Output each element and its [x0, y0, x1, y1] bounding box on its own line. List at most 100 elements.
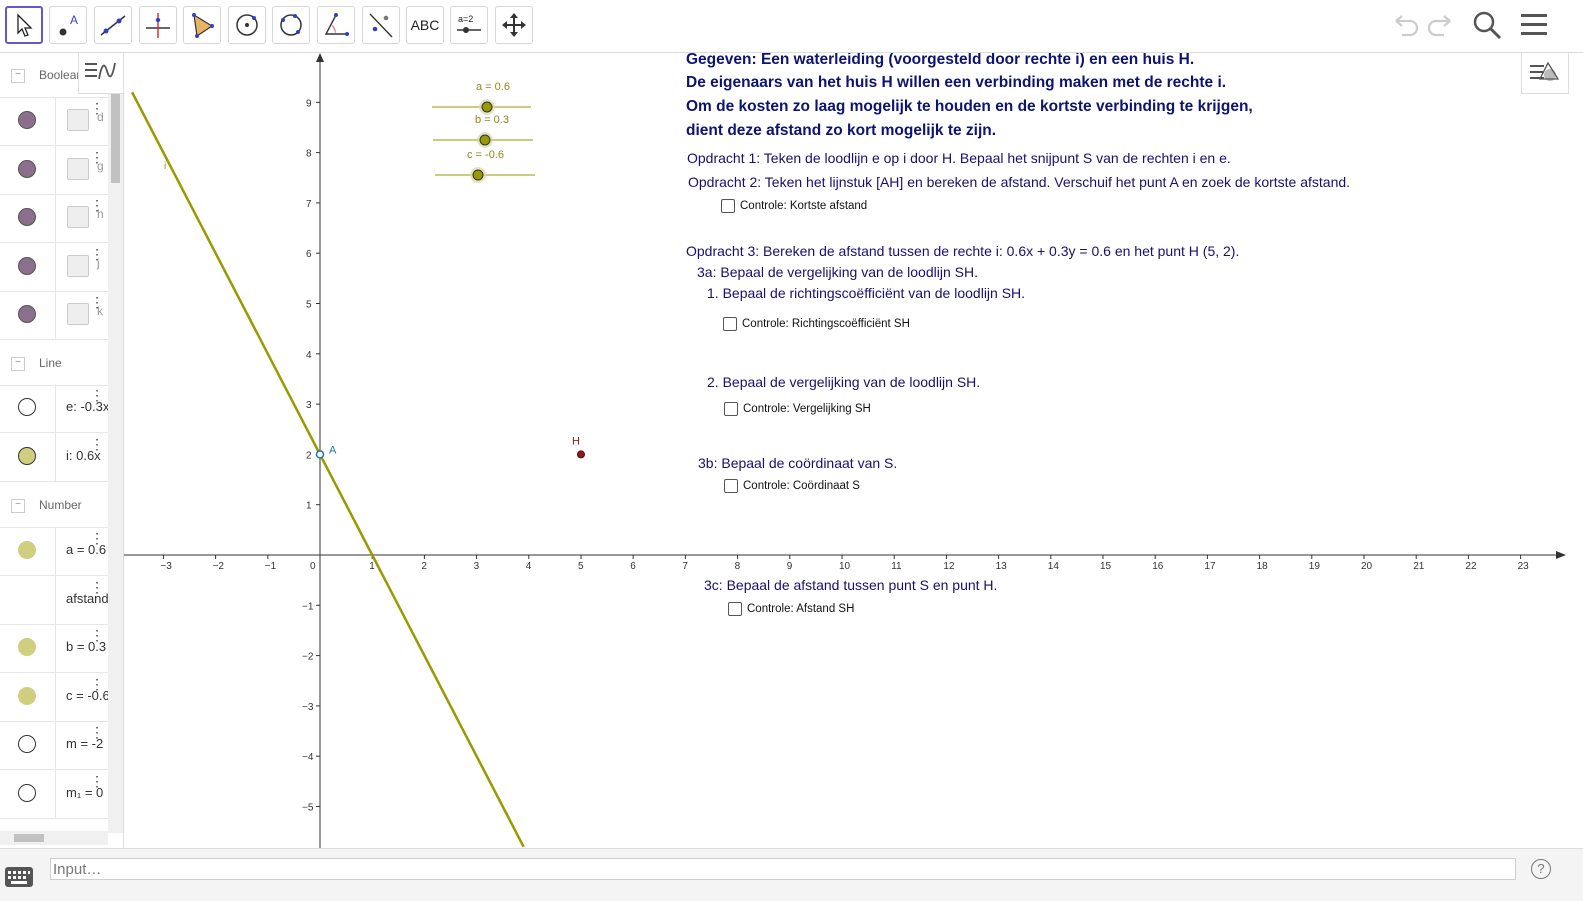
algebra-item-number[interactable]: a = 0.6 ⋮: [0, 527, 108, 576]
scrollbar-thumb[interactable]: [111, 93, 120, 183]
x-tick-label: 2: [421, 561, 427, 572]
algebra-item-number[interactable]: m = -2 ⋮: [0, 721, 108, 770]
boolean-checkbox[interactable]: [67, 206, 89, 228]
undo-icon[interactable]: [1388, 8, 1422, 42]
visibility-toggle-icon[interactable]: [18, 159, 36, 178]
move-graphics-tool-button[interactable]: [495, 6, 533, 44]
more-options-icon[interactable]: ⋮: [90, 677, 104, 691]
more-options-icon[interactable]: ⋮: [90, 101, 104, 115]
checkbox[interactable]: [723, 317, 737, 331]
more-options-icon[interactable]: ⋮: [90, 580, 104, 594]
slider-tool-button[interactable]: a=2: [450, 6, 488, 44]
visibility-toggle-icon[interactable]: [18, 256, 36, 275]
more-options-icon[interactable]: ⋮: [90, 388, 104, 402]
algebra-item-boolean[interactable]: h ⋮: [0, 194, 108, 243]
move-tool-button[interactable]: [5, 6, 43, 44]
coordinate-plane[interactable]: −3 −2 −1 0 1 2 3 4 5 6 7 8 9 10 11 12 13 14 15 16 17 18 19 20 21…: [124, 53, 1583, 848]
y-tick-label: 5: [306, 300, 312, 311]
visibility-toggle-icon[interactable]: [18, 541, 36, 559]
text-tool-button[interactable]: ABC: [406, 6, 444, 44]
more-options-icon[interactable]: ⋮: [90, 531, 104, 545]
search-icon[interactable]: [1470, 8, 1504, 42]
checkbox[interactable]: [728, 602, 742, 616]
check-distance-sh[interactable]: Controle: Afstand SH: [728, 602, 854, 616]
check-slope-sh[interactable]: Controle: Richtingscoëfficiënt SH: [723, 317, 910, 331]
checkbox[interactable]: [721, 199, 735, 213]
algebra-group-line[interactable]: − Line: [0, 341, 108, 386]
x-tick-label: 1: [369, 561, 375, 572]
y-tick-label: 9: [306, 98, 312, 109]
more-options-icon[interactable]: ⋮: [90, 247, 104, 261]
checkbox-label: Controle: Vergelijking SH: [743, 403, 871, 415]
algebra-item-line[interactable]: i: 0.6x ⋮: [0, 432, 108, 482]
algebra-item-line[interactable]: e: -0.3x ⋮: [0, 384, 109, 433]
perpendicular-line-tool-button[interactable]: [139, 6, 177, 44]
divider: [55, 721, 56, 769]
more-options-icon[interactable]: ⋮: [90, 774, 104, 788]
algebra-scrollbar[interactable]: [108, 93, 123, 833]
scrollbar-thumb[interactable]: [14, 834, 44, 842]
visibility-toggle-icon[interactable]: [18, 446, 36, 465]
algebra-item-number[interactable]: m₁ = 0 ⋮: [0, 769, 108, 819]
visibility-toggle-icon[interactable]: [18, 735, 36, 753]
visibility-toggle-icon[interactable]: [18, 208, 36, 226]
angle-tool-button[interactable]: [317, 6, 355, 44]
polygon-tool-button[interactable]: [183, 6, 221, 44]
visibility-toggle-icon[interactable]: [18, 686, 36, 705]
algebra-group-number[interactable]: − Number: [0, 483, 108, 528]
more-options-icon[interactable]: ⋮: [90, 628, 104, 642]
algebra-stylebar-button[interactable]: [78, 53, 124, 94]
more-options-icon[interactable]: ⋮: [90, 198, 104, 212]
reflect-tool-button[interactable]: [362, 6, 400, 44]
boolean-checkbox[interactable]: [67, 157, 89, 180]
y-tick-label: −3: [302, 702, 314, 713]
graphics-view[interactable]: −3 −2 −1 0 1 2 3 4 5 6 7 8 9 10 11 12 13 14 15 16 17 18 19 20 21…: [124, 53, 1583, 848]
visibility-toggle-icon[interactable]: [18, 305, 36, 323]
x-tick-label: 5: [578, 561, 584, 572]
line-tool-button[interactable]: [94, 6, 132, 44]
help-icon[interactable]: ?: [1531, 859, 1551, 879]
graphics-stylebar-button[interactable]: [1521, 53, 1569, 94]
task-2: Opdracht 2: Teken het lijnstuk [AH] en b…: [688, 174, 1351, 190]
point-tool-button[interactable]: A: [49, 6, 87, 44]
more-options-icon[interactable]: ⋮: [90, 295, 104, 309]
visibility-toggle-icon[interactable]: [18, 783, 36, 802]
boolean-checkbox[interactable]: [67, 303, 89, 325]
checkbox-label: Controle: Afstand SH: [747, 603, 855, 615]
visibility-toggle-icon[interactable]: [18, 638, 36, 656]
menu-icon[interactable]: [1518, 8, 1552, 42]
algebra-item-boolean[interactable]: k ⋮: [0, 291, 108, 340]
y-tick-label: −2: [302, 652, 314, 663]
line-icon: [100, 15, 126, 36]
x-tick-label: 22: [1465, 561, 1477, 572]
redo-icon[interactable]: [1424, 8, 1458, 42]
check-coordinate-s[interactable]: Controle: Coördinaat S: [724, 479, 860, 493]
visibility-toggle-icon[interactable]: [18, 111, 36, 129]
boolean-checkbox[interactable]: [67, 254, 89, 277]
keyboard-icon[interactable]: [5, 867, 33, 887]
circle-center-tool-button[interactable]: [228, 6, 266, 44]
algebra-item-number[interactable]: b = 0.3 ⋮: [0, 624, 108, 673]
collapse-icon[interactable]: −: [11, 357, 25, 371]
slider-icon: a=2: [457, 14, 481, 33]
more-options-icon[interactable]: ⋮: [90, 437, 104, 451]
algebra-item-number[interactable]: c = -0.6 ⋮: [0, 672, 110, 722]
circle-three-points-tool-button[interactable]: [272, 6, 310, 44]
visibility-toggle-icon[interactable]: [18, 398, 36, 416]
checkbox[interactable]: [724, 479, 738, 493]
input-field[interactable]: Input…: [50, 858, 1516, 880]
collapse-icon[interactable]: −: [11, 499, 25, 513]
algebra-item-boolean[interactable]: j ⋮: [0, 242, 108, 292]
boolean-checkbox[interactable]: [67, 109, 89, 131]
checkbox[interactable]: [724, 402, 738, 416]
more-options-icon[interactable]: ⋮: [90, 725, 104, 739]
collapse-icon[interactable]: −: [11, 69, 25, 83]
algebra-item-boolean[interactable]: d ⋮: [0, 97, 108, 146]
check-equation-sh[interactable]: Controle: Vergelijking SH: [724, 402, 871, 416]
more-options-icon[interactable]: ⋮: [90, 150, 104, 164]
given-line-4: dient deze afstand zo kort mogelijk te z…: [686, 122, 997, 139]
horizontal-scrollbar[interactable]: [0, 831, 108, 845]
check-shortest-distance[interactable]: Controle: Kortste afstand: [721, 199, 867, 213]
algebra-item-boolean[interactable]: g ⋮: [0, 145, 108, 195]
algebra-item-number[interactable]: afstand ⋮: [0, 575, 109, 625]
